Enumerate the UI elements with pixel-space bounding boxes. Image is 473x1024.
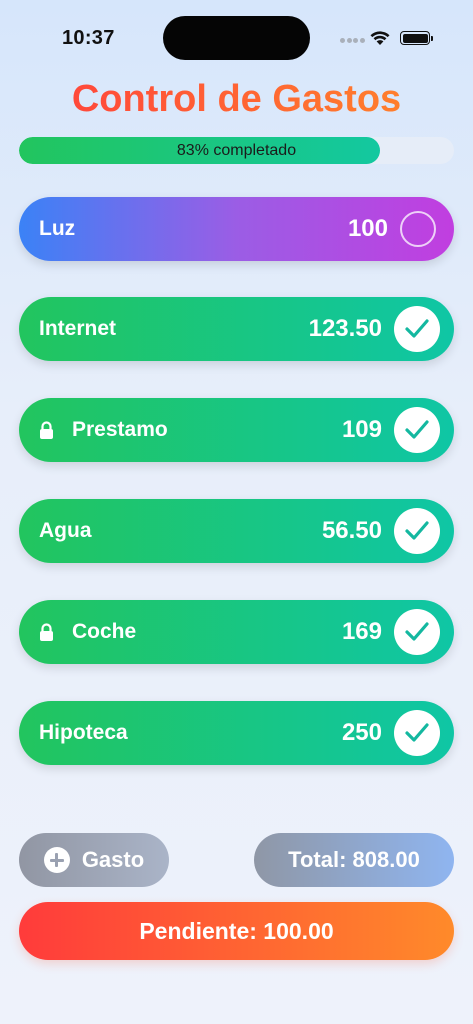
expense-amount: 109 [341, 416, 382, 443]
total-badge: Total: 808.00 [254, 833, 454, 887]
add-expense-button[interactable]: Gasto [19, 833, 169, 887]
expense-name: Coche [39, 620, 136, 644]
expense-amount: 123.50 [308, 315, 382, 342]
dynamic-island [163, 16, 310, 60]
expense-amount: 169 [341, 618, 382, 645]
expense-row-agua[interactable]: Agua 56.50 [19, 499, 454, 563]
progress-label: 83% completado [176, 142, 297, 159]
check-icon[interactable] [394, 609, 440, 655]
empty-circle-icon[interactable] [400, 211, 436, 247]
lock-icon [39, 421, 54, 439]
page-title: Control de Gastos [0, 78, 473, 121]
add-expense-label: Gasto [81, 847, 145, 872]
lock-icon [39, 623, 54, 641]
expense-name: Luz [39, 217, 76, 240]
expense-amount: 56.50 [321, 517, 382, 544]
expense-name: Agua [39, 519, 92, 542]
expense-amount: 100 [347, 215, 388, 242]
check-icon[interactable] [394, 508, 440, 554]
expense-row-hipoteca[interactable]: Hipoteca 250 [19, 701, 454, 765]
expense-row-luz[interactable]: Luz 100 [19, 197, 454, 261]
expense-name: Internet [39, 317, 117, 340]
status-bar: 10:37 [0, 0, 473, 70]
check-icon[interactable] [394, 306, 440, 352]
expense-row-coche[interactable]: Coche 169 [19, 600, 454, 664]
check-icon[interactable] [394, 407, 440, 453]
expense-name: Prestamo [39, 418, 168, 442]
battery-icon [400, 31, 433, 45]
status-time: 10:37 [62, 27, 115, 49]
check-icon[interactable] [394, 710, 440, 756]
plus-circle-icon [43, 847, 70, 873]
expense-row-prestamo[interactable]: Prestamo 109 [19, 398, 454, 462]
cellular-signal-icon [340, 38, 366, 56]
pending-button[interactable]: Pendiente: 100.00 [19, 902, 454, 960]
expense-name: Hipoteca [39, 721, 128, 744]
wifi-icon [369, 29, 391, 51]
progress-bar: 83% completado [19, 137, 454, 164]
expense-amount: 250 [341, 719, 382, 746]
pending-label: Pendiente: 100.00 [139, 917, 334, 944]
expense-row-internet[interactable]: Internet 123.50 [19, 297, 454, 361]
total-label: Total: 808.00 [288, 847, 420, 872]
